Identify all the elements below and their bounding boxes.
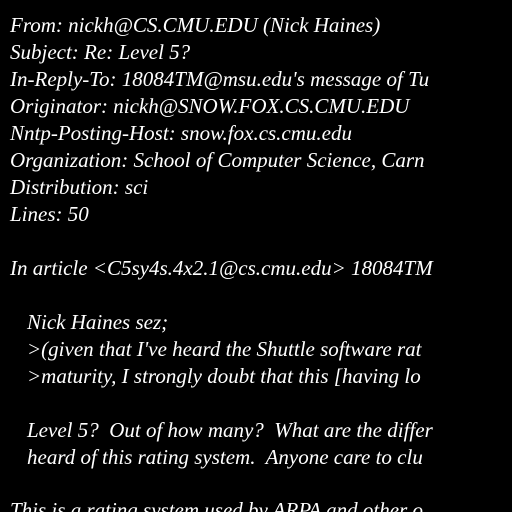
reply-line: heard of this rating system. Anyone care… bbox=[27, 445, 423, 469]
response-line: This is a rating system used by ARPA and… bbox=[10, 498, 424, 512]
header-from: From: nickh@CS.CMU.EDU (Nick Haines) bbox=[10, 13, 381, 37]
reply-line: Level 5? Out of how many? What are the d… bbox=[27, 418, 433, 442]
header-subject: Subject: Re: Level 5? bbox=[10, 40, 191, 64]
header-originator: Originator: nickh@SNOW.FOX.CS.CMU.EDU bbox=[10, 94, 410, 118]
attribution-line: In article <C5sy4s.4x2.1@cs.cmu.edu> 180… bbox=[10, 256, 433, 280]
quoted-line: >(given that I've heard the Shuttle soft… bbox=[27, 337, 422, 361]
header-in-reply-to: In-Reply-To: 18084TM@msu.edu's message o… bbox=[10, 67, 430, 91]
message-view: From: nickh@CS.CMU.EDU (Nick Haines) Sub… bbox=[0, 0, 512, 512]
quoted-line: >maturity, I strongly doubt that this [h… bbox=[27, 364, 421, 388]
header-organization: Organization: School of Computer Science… bbox=[10, 148, 425, 172]
header-nntp-posting-host: Nntp-Posting-Host: snow.fox.cs.cmu.edu bbox=[10, 121, 352, 145]
header-distribution: Distribution: sci bbox=[10, 175, 149, 199]
header-lines: Lines: 50 bbox=[10, 202, 89, 226]
quote-author: Nick Haines sez; bbox=[27, 310, 169, 334]
